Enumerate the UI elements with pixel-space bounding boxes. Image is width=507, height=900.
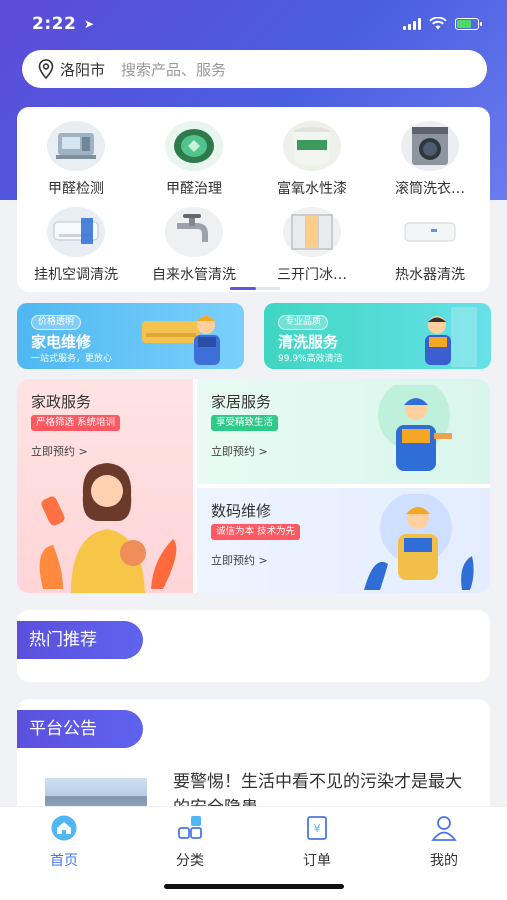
paint-bucket-icon [283,121,341,171]
banner-title: 清洗服务 [278,333,339,351]
location-arrow-icon: ➤ [84,17,95,31]
svg-text:¥: ¥ [314,822,321,835]
hot-recommend-title: 热门推荐 [17,621,143,659]
service-tag: 严格筛选 系统培训 [31,415,121,431]
category-item[interactable]: 甲醛检测 [17,121,135,198]
book-now-link[interactable]: 立即预约 > [211,552,268,568]
tab-home[interactable]: 首页 [24,815,104,870]
banner-tag: 专业品质 [278,315,329,330]
status-time: 2:22 [32,14,77,34]
banner-subtitle: 一站式服务，更放心 [31,354,113,364]
service-tag: 享受精致生活 [211,415,279,431]
tab-label: 订单 [303,853,331,869]
faucet-icon [165,207,223,257]
category-label: 挂机空调清洗 [34,267,118,283]
service-title: 数码维修 [211,502,272,520]
cleaner-illustration [425,307,477,367]
home-indicator [164,884,344,889]
book-now-link[interactable]: 立即预约 > [211,443,268,459]
category-item[interactable]: 自来水管清洗 [135,207,253,284]
category-label: 甲醛治理 [166,181,222,197]
category-label: 热水器清洗 [395,267,465,283]
search-bar[interactable]: 洛阳市 搜索产品、服务 [22,50,487,88]
tab-label: 首页 [50,853,78,869]
worker-illustration [378,385,452,471]
category-item[interactable]: 甲醛治理 [135,121,253,198]
formaldehyde-treatment-icon [165,121,223,171]
tab-orders[interactable]: ¥ 订单 [277,815,357,870]
order-icon: ¥ [307,816,327,840]
appliance-repair-banner[interactable]: 价格透明 家电维修 一站式服务，更放心 [17,303,244,369]
washing-machine-icon [401,121,459,171]
banner-tag: 价格透明 [31,315,82,330]
category-label: 三开门冰… [277,267,347,283]
page-indicator [230,287,280,290]
formaldehyde-test-icon [47,121,105,171]
category-grid: 甲醛检测 甲醛治理 富氧水性漆 滚筒洗衣… 挂机空调清洗 自来水管清洗 三开门冰… [17,107,490,292]
banner-subtitle: 99.9%高效清洁 [278,354,343,364]
category-item[interactable]: 滚筒洗衣… [371,121,489,198]
location-pin-icon [38,59,54,79]
category-item[interactable]: 富氧水性漆 [253,121,371,198]
category-icon [178,816,202,839]
home-icon [51,815,77,841]
refrigerator-icon [283,207,341,257]
category-item[interactable]: 挂机空调清洗 [17,207,135,284]
repairman-illustration [142,316,220,365]
tab-profile[interactable]: 我的 [404,815,484,870]
cleaning-service-banner[interactable]: 专业品质 清洗服务 99.9%高效清洁 [264,303,491,369]
water-heater-icon [401,207,459,257]
category-label: 滚筒洗衣… [395,181,465,197]
banner-title: 家电维修 [31,333,92,351]
service-grid: 家政服务 严格筛选 系统培训 立即预约 > 家居服务 享受精致生活 立即预约 >… [17,379,490,593]
tab-label: 我的 [430,853,458,869]
wifi-icon [429,17,447,30]
tab-category[interactable]: 分类 [150,815,230,870]
signal-icon [403,17,421,30]
category-label: 富氧水性漆 [277,181,347,197]
air-conditioner-icon [47,207,105,257]
category-item[interactable]: 热水器清洗 [371,207,489,284]
technician-illustration [364,494,474,590]
city-selector[interactable]: 洛阳市 [60,59,105,80]
status-bar: 2:22 ➤ [0,12,507,42]
search-input[interactable]: 搜索产品、服务 [121,59,226,80]
platform-notice-title: 平台公告 [17,710,143,748]
category-label: 自来水管清洗 [152,267,236,283]
home-service-card[interactable]: 家居服务 享受精致生活 立即预约 > [197,379,490,484]
digital-repair-card[interactable]: 数码维修 诚信为本 技术为先 立即预约 > [197,488,490,593]
category-item[interactable]: 三开门冰… [253,207,371,284]
category-label: 甲醛检测 [48,181,104,197]
service-title: 家政服务 [31,393,92,411]
housekeeping-card[interactable]: 家政服务 严格筛选 系统培训 立即预约 > [17,379,193,593]
service-title: 家居服务 [211,393,272,411]
mother-baby-illustration [39,463,177,593]
profile-icon [431,816,457,841]
battery-icon [455,17,482,30]
tab-label: 分类 [176,853,204,869]
service-tag: 诚信为本 技术为先 [211,524,301,540]
